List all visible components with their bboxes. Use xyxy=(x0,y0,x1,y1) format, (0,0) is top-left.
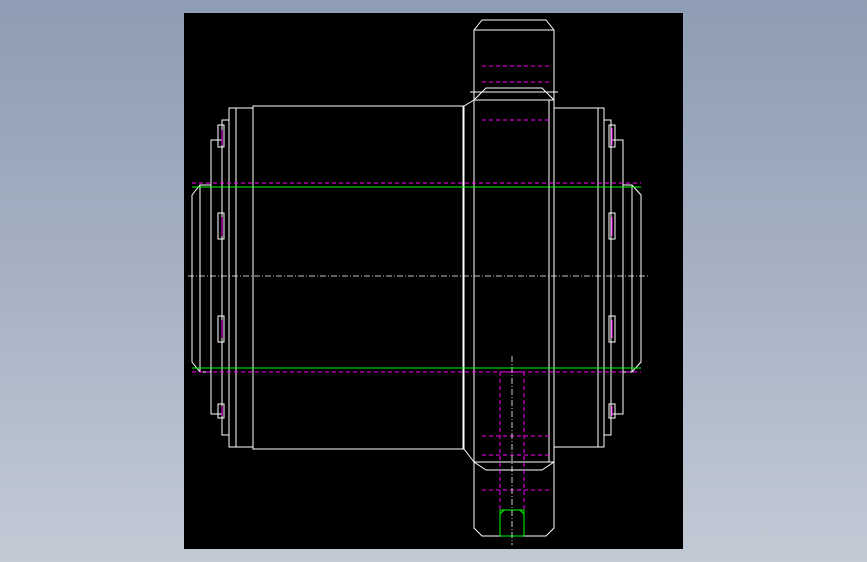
main-body xyxy=(252,105,465,450)
left-end-cap xyxy=(191,107,254,448)
right-bolt-features xyxy=(608,124,616,419)
bore-lines xyxy=(192,182,641,373)
cad-drawing[interactable] xyxy=(0,0,867,562)
right-end-cap xyxy=(553,107,642,448)
bottom-boss xyxy=(473,356,555,545)
center-hub xyxy=(463,99,555,463)
left-bolt-features xyxy=(217,124,225,419)
top-boss xyxy=(470,19,558,121)
